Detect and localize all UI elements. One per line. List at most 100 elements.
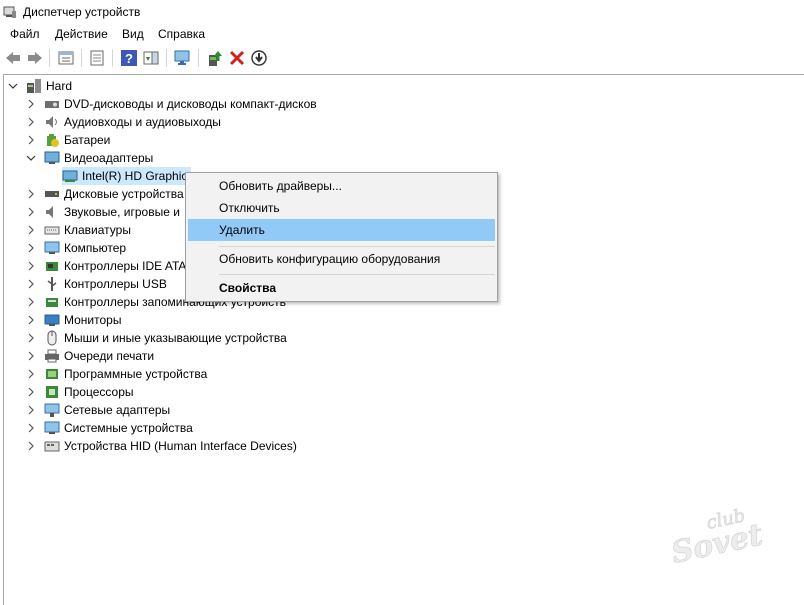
chevron-right-icon[interactable] xyxy=(26,423,36,433)
tree-item-label: Очереди печати xyxy=(64,349,155,363)
title-bar: Диспетчер устройств xyxy=(0,0,804,24)
ctx-item-label: Обновить конфигурацию оборудования xyxy=(219,252,441,266)
chevron-down-icon[interactable] xyxy=(26,153,36,163)
tree-item-label: Клавиатуры xyxy=(64,223,131,237)
tree-item-print-queues[interactable]: Очереди печати xyxy=(26,347,154,365)
tree-item-label: Мыши и иные указывающие устройства xyxy=(64,331,287,345)
forward-arrow-icon[interactable] xyxy=(26,49,44,67)
uninstall-x-icon[interactable] xyxy=(228,49,246,67)
ctx-separator xyxy=(219,246,495,247)
monitor-icon xyxy=(44,314,60,326)
ctx-update-drivers[interactable]: Обновить драйверы... xyxy=(186,175,497,197)
properties-view-icon[interactable] xyxy=(57,49,75,67)
tree-item-audio-io[interactable]: Аудиовходы и аудиовыходы xyxy=(26,113,221,131)
tree-item-ide-ata[interactable]: Контроллеры IDE ATA xyxy=(26,257,186,275)
tree-item-label: Сетевые адаптеры xyxy=(64,403,171,417)
software-device-icon xyxy=(46,369,58,379)
show-hide-console-icon[interactable] xyxy=(88,49,106,67)
chevron-right-icon[interactable] xyxy=(26,99,36,109)
chevron-right-icon[interactable] xyxy=(26,441,36,451)
menu-help[interactable]: Справка xyxy=(158,27,205,41)
ctx-item-label: Обновить драйверы... xyxy=(219,179,342,193)
tree-item-label: Контроллеры USB xyxy=(64,277,167,291)
tree-item-mice[interactable]: Мыши и иные указывающие устройства xyxy=(26,329,287,347)
chevron-right-icon[interactable] xyxy=(26,369,36,379)
chevron-right-icon[interactable] xyxy=(26,261,36,271)
help-icon[interactable]: ? xyxy=(120,49,138,67)
menu-file[interactable]: Файл xyxy=(10,27,40,41)
chevron-right-icon[interactable] xyxy=(26,387,36,397)
tree-item-computer[interactable]: Компьютер xyxy=(26,239,126,257)
battery-icon xyxy=(47,134,59,147)
toolbar-separator xyxy=(112,49,113,67)
tree-item-hid[interactable]: Устройства HID (Human Interface Devices) xyxy=(26,437,297,455)
tree-item-display-adapters[interactable]: Видеоадаптеры xyxy=(26,149,153,167)
chevron-right-icon[interactable] xyxy=(26,297,36,307)
scan-hardware-icon[interactable] xyxy=(174,49,192,67)
tree-item-label: Дисковые устройства xyxy=(64,187,184,201)
update-driver-icon[interactable] xyxy=(206,49,224,67)
speaker-icon xyxy=(46,206,53,218)
tree-item-dvd[interactable]: DVD-дисководы и дисководы компакт-дисков xyxy=(26,95,317,113)
tree-item-label: Компьютер xyxy=(64,241,127,255)
tree-item-keyboards[interactable]: Клавиатуры xyxy=(26,221,131,239)
tree-item-usb[interactable]: Контроллеры USB xyxy=(26,275,167,293)
ctx-disable[interactable]: Отключить xyxy=(186,197,497,219)
chevron-right-icon[interactable] xyxy=(26,117,36,127)
printer-icon xyxy=(45,349,59,363)
tree-item-batteries[interactable]: Батареи xyxy=(26,131,110,149)
ctx-properties[interactable]: Свойства xyxy=(186,277,497,299)
computer-icon xyxy=(27,79,41,93)
tree-item-label: Устройства HID (Human Interface Devices) xyxy=(64,439,297,453)
chevron-right-icon[interactable] xyxy=(26,135,36,145)
dvd-drive-icon xyxy=(45,101,59,108)
action-pane-icon[interactable] xyxy=(142,49,160,67)
ctx-item-label: Свойства xyxy=(219,281,277,295)
keyboard-icon xyxy=(44,226,60,235)
tree-item-monitors[interactable]: Мониторы xyxy=(26,311,121,329)
chevron-right-icon[interactable] xyxy=(26,189,36,199)
tree-item-intel-hd-graphics[interactable]: Intel(R) HD Graphic xyxy=(62,167,192,185)
controller-icon xyxy=(46,262,58,271)
device-manager-icon xyxy=(3,6,16,18)
system-device-icon xyxy=(44,421,60,434)
chevron-right-icon[interactable] xyxy=(26,225,36,235)
storage-controller-icon xyxy=(46,298,58,307)
toolbar: ? xyxy=(0,44,804,72)
disable-device-icon[interactable] xyxy=(250,49,268,67)
toolbar-separator xyxy=(49,49,50,67)
chevron-right-icon[interactable] xyxy=(26,351,36,361)
chevron-right-icon[interactable] xyxy=(26,333,36,343)
menu-view[interactable]: Вид xyxy=(122,27,144,41)
tree-item-sound-game[interactable]: Звуковые, игровые и xyxy=(26,203,180,221)
ctx-item-label: Отключить xyxy=(219,201,280,215)
chevron-down-icon[interactable] xyxy=(8,81,18,91)
ctx-uninstall[interactable]: Удалить xyxy=(188,219,495,241)
menu-action[interactable]: Действие xyxy=(55,27,108,41)
disk-drive-icon xyxy=(45,191,59,197)
svg-text:?: ? xyxy=(125,51,133,66)
context-menu: Обновить драйверы... Отключить Удалить О… xyxy=(185,172,498,302)
speaker-icon xyxy=(46,116,57,128)
chevron-right-icon[interactable] xyxy=(26,405,36,415)
toolbar-separator xyxy=(166,49,167,67)
tree-item-network-adapters[interactable]: Сетевые адаптеры xyxy=(26,401,170,419)
tree-item-label: Системные устройства xyxy=(64,421,193,435)
tree-item-label: Звуковые, игровые и xyxy=(64,205,180,219)
usb-icon xyxy=(47,277,57,291)
tree-item-software-devices[interactable]: Программные устройства xyxy=(26,365,207,383)
chevron-right-icon[interactable] xyxy=(26,243,36,253)
ctx-scan-hardware[interactable]: Обновить конфигурацию оборудования xyxy=(186,248,497,270)
tree-root[interactable]: Hard xyxy=(8,77,72,95)
window-title: Диспетчер устройств xyxy=(23,5,141,19)
tree-root-label: Hard xyxy=(46,79,73,93)
monitor-icon xyxy=(44,241,60,254)
chevron-right-icon[interactable] xyxy=(26,279,36,289)
back-arrow-icon[interactable] xyxy=(4,49,22,67)
chevron-right-icon[interactable] xyxy=(26,207,36,217)
tree-item-system-devices[interactable]: Системные устройства xyxy=(26,419,193,437)
tree-item-processors[interactable]: Процессоры xyxy=(26,383,134,401)
tree-item-label: Видеоадаптеры xyxy=(64,151,154,165)
chevron-right-icon[interactable] xyxy=(26,315,36,325)
tree-item-disk-drives[interactable]: Дисковые устройства xyxy=(26,185,184,203)
